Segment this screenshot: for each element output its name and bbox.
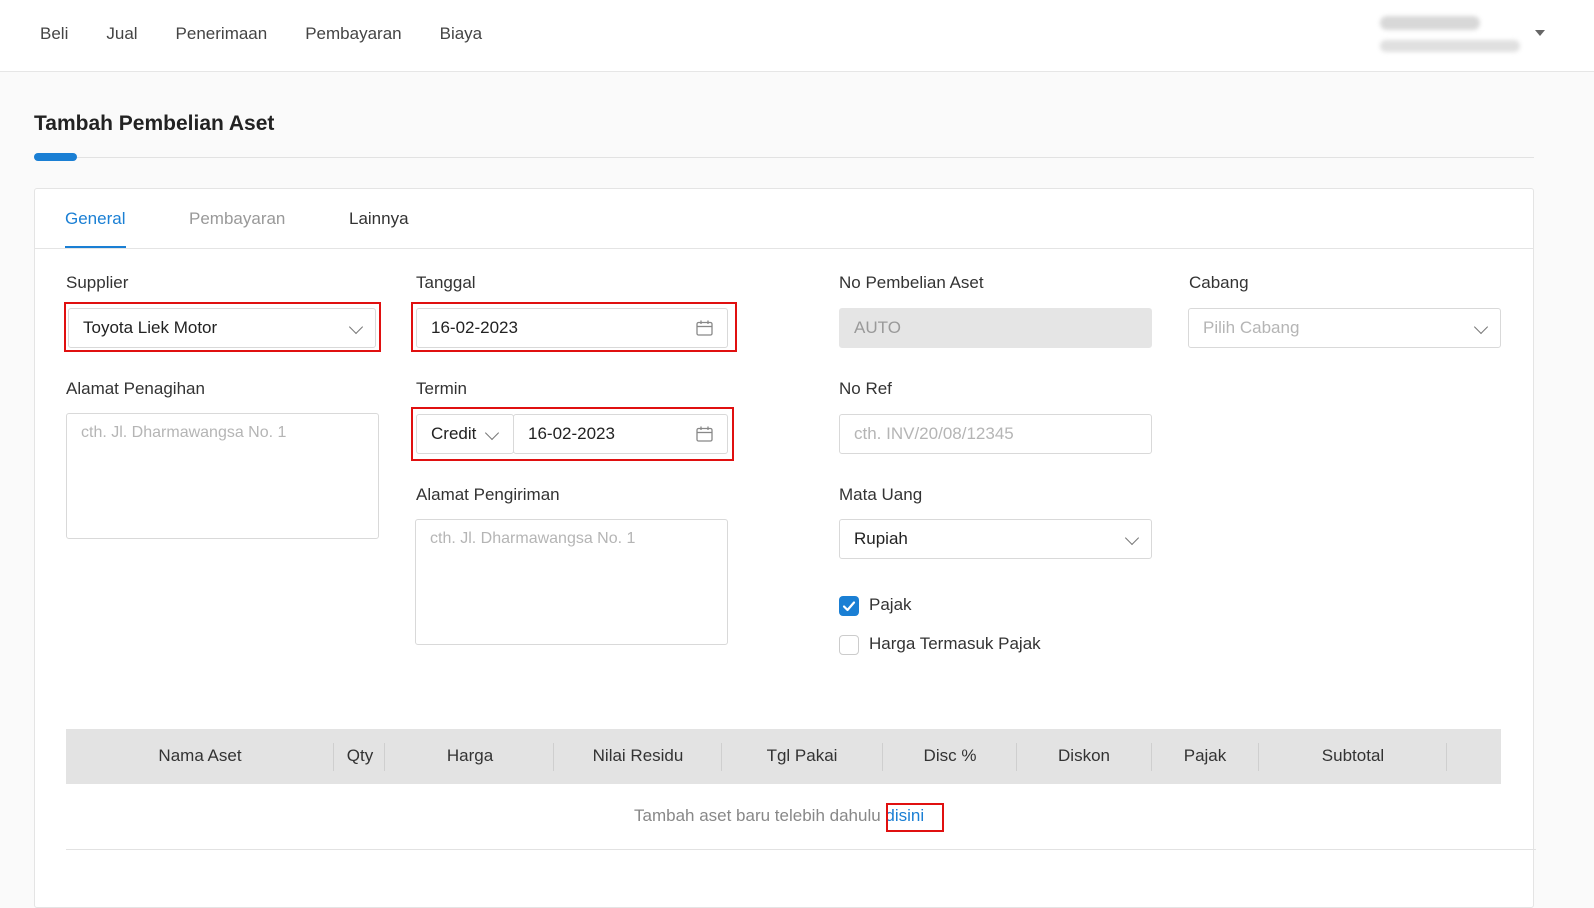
no-pembelian-input: AUTO xyxy=(839,308,1152,348)
nav-pembayaran[interactable]: Pembayaran xyxy=(305,24,401,44)
highlight-tanggal xyxy=(411,302,737,352)
tanggal-label: Tanggal xyxy=(416,273,476,292)
no-pembelian-label: No Pembelian Aset xyxy=(839,273,984,292)
nav-biaya[interactable]: Biaya xyxy=(440,24,483,44)
empty-table-message: Tambah aset baru telebih dahulu disini xyxy=(634,806,924,826)
top-navbar: Beli Jual Penerimaan Pembayaran Biaya xyxy=(0,0,1594,72)
mata-uang-select[interactable]: Rupiah xyxy=(839,519,1152,559)
caret-down-icon[interactable] xyxy=(1535,30,1545,36)
page-title: Tambah Pembelian Aset xyxy=(34,112,275,135)
alamat-pengiriman-textarea[interactable]: cth. Jl. Dharmawangsa No. 1 xyxy=(415,519,728,645)
active-tab-indicator xyxy=(65,246,126,248)
column-divider xyxy=(1446,743,1447,771)
tab-pembayaran[interactable]: Pembayaran xyxy=(189,209,285,229)
th-disc-percent: Disc % xyxy=(923,746,977,765)
harga-termasuk-pajak-label: Harga Termasuk Pajak xyxy=(869,634,1041,653)
column-divider xyxy=(333,743,334,771)
nav-beli[interactable]: Beli xyxy=(40,24,68,44)
chevron-down-icon xyxy=(1473,319,1489,335)
tab-lainnya[interactable]: Lainnya xyxy=(349,209,409,229)
th-subtotal: Subtotal xyxy=(1321,746,1385,765)
th-nilai-residu: Nilai Residu xyxy=(592,746,684,765)
highlight-termin xyxy=(411,407,734,461)
alamat-penagihan-label: Alamat Penagihan xyxy=(66,379,205,398)
asset-table-header: Nama Aset Qty Harga Nilai Residu Tgl Pak… xyxy=(66,729,1501,784)
user-email-blurred xyxy=(1380,40,1520,52)
th-tgl-pakai: Tgl Pakai xyxy=(766,746,838,765)
no-ref-label: No Ref xyxy=(839,379,892,398)
alamat-pengiriman-label: Alamat Pengiriman xyxy=(416,485,560,504)
cabang-placeholder: Pilih Cabang xyxy=(1203,318,1300,337)
empty-text: Tambah aset baru telebih dahulu xyxy=(634,806,881,825)
table-bottom-divider xyxy=(66,849,1536,850)
supplier-label: Supplier xyxy=(66,273,129,292)
mata-uang-label: Mata Uang xyxy=(839,485,923,504)
user-name-blurred xyxy=(1380,16,1480,30)
alamat-penagihan-textarea[interactable]: cth. Jl. Dharmawangsa No. 1 xyxy=(66,413,379,539)
pajak-label: Pajak xyxy=(869,595,912,614)
column-divider xyxy=(384,743,385,771)
th-harga: Harga xyxy=(446,746,494,765)
tab-general[interactable]: General xyxy=(65,209,125,229)
nav-jual[interactable]: Jual xyxy=(106,24,137,44)
nav-penerimaan[interactable]: Penerimaan xyxy=(176,24,268,44)
title-divider xyxy=(34,157,1534,158)
check-icon xyxy=(842,601,856,612)
user-menu[interactable] xyxy=(1380,10,1530,60)
th-pajak: Pajak xyxy=(1183,746,1227,765)
title-accent-bar xyxy=(34,153,77,161)
harga-termasuk-pajak-checkbox[interactable] xyxy=(839,635,859,655)
highlight-supplier xyxy=(64,302,381,352)
th-qty: Qty xyxy=(346,746,374,765)
cabang-label: Cabang xyxy=(1189,273,1249,292)
cabang-select[interactable]: Pilih Cabang xyxy=(1188,308,1501,348)
th-nama-aset: Nama Aset xyxy=(158,746,242,765)
chevron-down-icon xyxy=(1124,530,1140,546)
main-nav: Beli Jual Penerimaan Pembayaran Biaya xyxy=(40,24,520,44)
form-card: General Pembayaran Lainnya xyxy=(34,188,1534,908)
pajak-checkbox[interactable] xyxy=(839,596,859,616)
no-ref-input[interactable]: cth. INV/20/08/12345 xyxy=(839,414,1152,454)
tab-bar: General Pembayaran Lainnya xyxy=(35,189,1533,249)
highlight-disini xyxy=(886,803,944,832)
mata-uang-value: Rupiah xyxy=(854,529,908,548)
termin-label: Termin xyxy=(416,379,468,398)
th-diskon: Diskon xyxy=(1058,746,1110,765)
